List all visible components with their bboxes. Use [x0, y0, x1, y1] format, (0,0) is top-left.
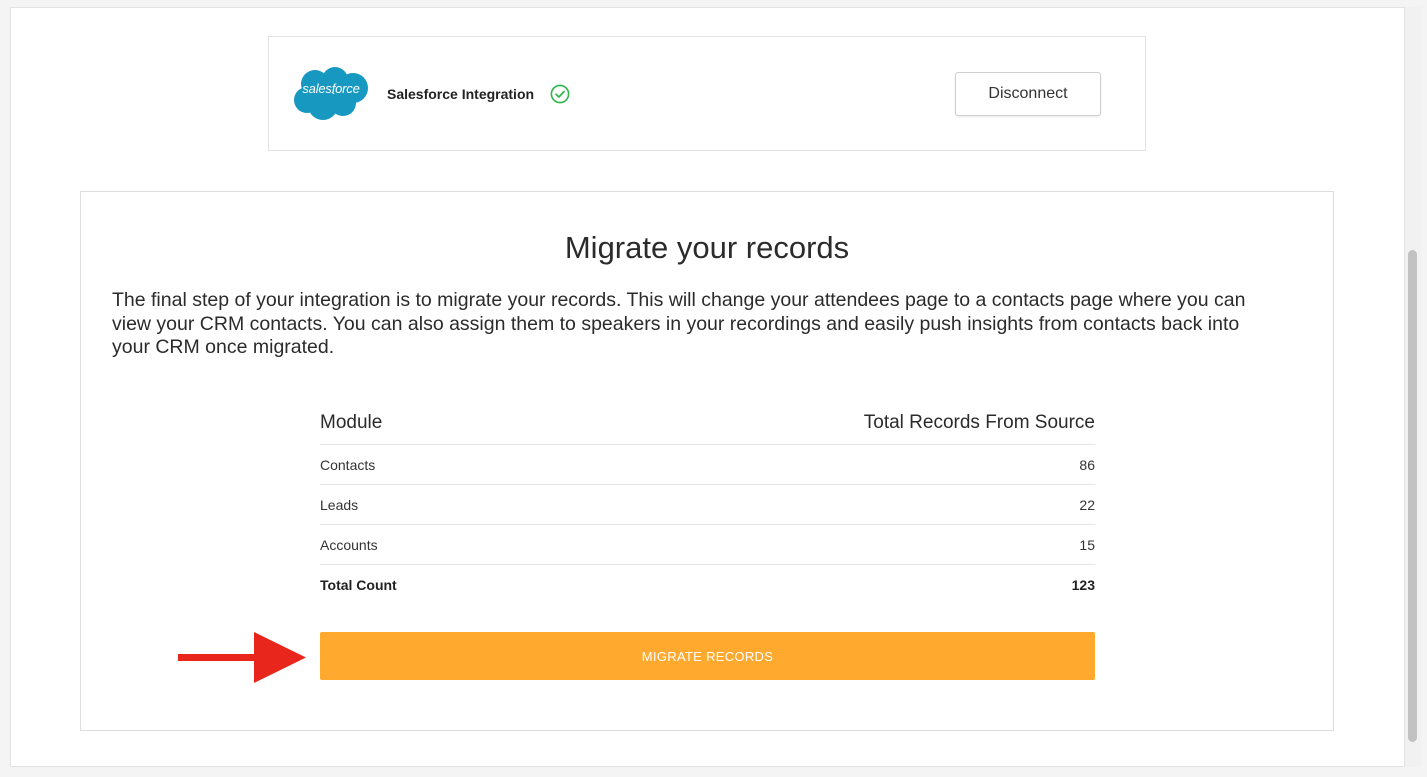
migrate-title: Migrate your records	[564, 230, 850, 265]
integration-card: salesforce Salesforce Integration Discon…	[268, 36, 1146, 151]
header-module: Module	[320, 412, 383, 433]
scrollbar-thumb[interactable]	[1408, 250, 1417, 742]
migrate-records-button[interactable]: MIGRATE RECORDS	[320, 632, 1095, 680]
row-count: 22	[1079, 496, 1095, 513]
row-module: Accounts	[320, 536, 378, 553]
integration-name: Salesforce Integration	[387, 86, 535, 102]
migrate-description: The final step of your integration is to…	[112, 289, 1246, 358]
table-row: Accounts 15	[320, 525, 1095, 565]
table-row: Leads 22	[320, 485, 1095, 525]
salesforce-logo-text: salesforce	[302, 81, 360, 96]
table-total-row: Total Count 123	[320, 565, 1095, 604]
red-arrow-icon	[178, 632, 306, 684]
table-header-row: Module Total Records From Source	[320, 402, 1095, 445]
total-count: 123	[1071, 576, 1095, 593]
table-row: Contacts 86	[320, 445, 1095, 485]
salesforce-logo: salesforce	[293, 67, 369, 121]
row-count: 86	[1079, 456, 1095, 473]
total-label: Total Count	[320, 576, 397, 593]
connected-check-icon	[550, 84, 570, 104]
records-table: Module Total Records From Source Contact…	[320, 402, 1095, 604]
row-module: Leads	[320, 496, 359, 513]
row-module: Contacts	[320, 456, 376, 473]
disconnect-button[interactable]: Disconnect	[955, 72, 1101, 116]
header-total-records: Total Records From Source	[863, 412, 1095, 433]
row-count: 15	[1079, 536, 1095, 553]
